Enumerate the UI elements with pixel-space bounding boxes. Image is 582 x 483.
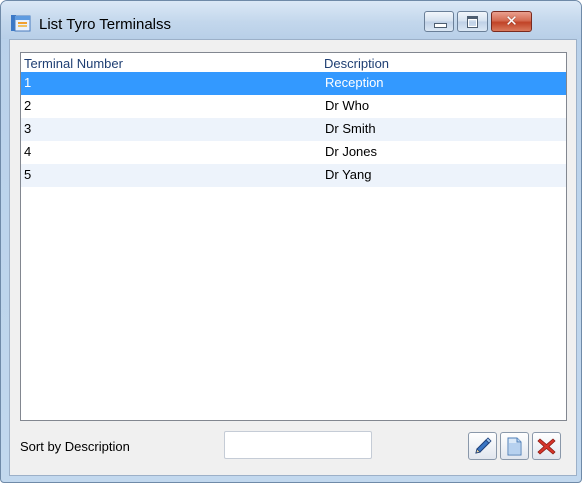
table-row[interactable]: 1 Reception: [21, 72, 566, 95]
description-cell: Dr Smith: [325, 121, 376, 136]
pencil-icon: [475, 437, 492, 454]
description-cell: Dr Yang: [325, 167, 372, 182]
sort-description-input[interactable]: [224, 431, 372, 459]
description-cell: Dr Who: [325, 98, 370, 113]
minimize-button[interactable]: [424, 11, 454, 32]
window-title: List Tyro Terminalss: [39, 16, 171, 33]
table-row[interactable]: 3 Dr Smith: [21, 118, 566, 141]
terminal-number-cell: 5: [24, 167, 32, 182]
column-header-terminal-number[interactable]: Terminal Number: [24, 56, 123, 71]
delete-button[interactable]: [532, 432, 561, 460]
description-cell: Dr Jones: [325, 144, 378, 159]
table-row[interactable]: 4 Dr Jones: [21, 141, 566, 164]
table-row[interactable]: 2 Dr Who: [21, 95, 566, 118]
terminal-number-cell: 4: [24, 144, 32, 159]
list-tyro-terminals-window: List Tyro Terminalss ✕ Terminal Number D…: [0, 0, 582, 483]
table-row[interactable]: 5 Dr Yang: [21, 164, 566, 187]
close-button[interactable]: ✕: [491, 11, 532, 32]
maximize-icon: [467, 16, 478, 28]
minimize-icon: [434, 23, 447, 28]
new-document-icon: [507, 437, 522, 456]
delete-x-icon: [537, 438, 556, 455]
new-button[interactable]: [500, 432, 529, 460]
terminal-number-cell: 3: [24, 121, 32, 136]
edit-button[interactable]: [468, 432, 497, 460]
terminal-number-cell: 2: [24, 98, 32, 113]
column-header-description[interactable]: Description: [324, 56, 389, 71]
list-header: Terminal Number Description: [21, 53, 566, 72]
terminals-list[interactable]: Terminal Number Description 1 Reception …: [20, 52, 567, 421]
maximize-button[interactable]: [457, 11, 488, 32]
title-bar[interactable]: List Tyro Terminalss ✕: [1, 1, 581, 39]
close-icon: ✕: [505, 12, 518, 30]
sort-by-description-label: Sort by Description: [20, 439, 130, 454]
app-window-icon: [11, 14, 31, 32]
terminal-number-cell: 1: [24, 75, 32, 90]
description-cell: Reception: [325, 75, 384, 90]
window-client-area: Terminal Number Description 1 Reception …: [9, 39, 577, 476]
